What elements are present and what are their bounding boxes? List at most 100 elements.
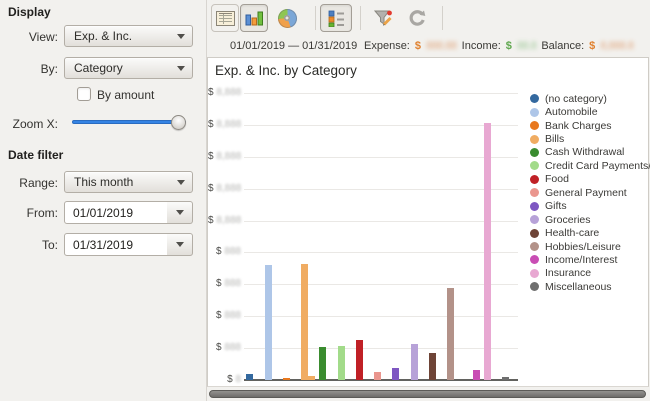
y-tick-label: $ 888 <box>208 278 241 289</box>
zoom-x-label: Zoom X: <box>0 117 58 131</box>
view-label: View: <box>0 30 58 44</box>
y-tick-label: $ 8,888 <box>208 87 241 98</box>
legend-item: Bank Charges <box>530 119 650 132</box>
y-gridline <box>244 284 518 285</box>
chevron-down-icon <box>177 66 185 71</box>
legend-label: Health-care <box>545 227 599 239</box>
y-gridline <box>244 189 518 190</box>
legend-color-dot <box>530 148 539 157</box>
y-tick-label: $ 8,888 <box>208 183 241 194</box>
legend-label: Credit Card Payments/… <box>545 160 650 172</box>
bar-expense-hobbies-leisure <box>447 288 454 380</box>
toolbar-separator <box>442 6 443 30</box>
to-date-dropdown-button[interactable] <box>167 233 193 256</box>
filter-edit-button[interactable] <box>370 4 398 32</box>
legend-label: Insurance <box>545 267 591 279</box>
legend-label: Cash Withdrawal <box>545 146 624 158</box>
bar-chart-view-button[interactable] <box>240 4 268 32</box>
legend-label: Hobbies/Leisure <box>545 241 621 253</box>
legend-label: (no category) <box>545 93 607 105</box>
list-view-button[interactable] <box>211 4 239 32</box>
bar-income-income-interest <box>473 370 480 380</box>
chevron-down-icon <box>176 242 184 247</box>
expense-currency-symbol: $ <box>415 40 421 52</box>
legend-item: Gifts <box>530 200 650 213</box>
by-label: By: <box>0 62 58 76</box>
income-currency-symbol: $ <box>506 40 512 52</box>
y-gridline <box>244 348 518 349</box>
expense-value-redacted: 888.88 <box>426 40 457 52</box>
legend-item: General Payment <box>530 186 650 199</box>
pie-chart-view-button[interactable] <box>273 4 301 32</box>
view-combobox[interactable]: Exp. & Inc. <box>64 25 193 47</box>
bar-expense-cash-withdrawal <box>319 347 326 380</box>
legend-item: Income/Interest <box>530 253 650 266</box>
legend-label: General Payment <box>545 187 627 199</box>
legend-toggle-button[interactable] <box>320 4 352 32</box>
bar-expense-health-care <box>429 353 436 380</box>
legend-item: Cash Withdrawal <box>530 146 650 159</box>
by-combobox[interactable]: Category <box>64 57 193 79</box>
y-gridline <box>244 157 518 158</box>
bar-chart-icon <box>245 10 264 27</box>
legend-color-dot <box>530 161 539 170</box>
bar-income-bills <box>308 376 315 380</box>
legend-label: Bank Charges <box>545 120 612 132</box>
legend-label: Food <box>545 173 569 185</box>
range-combobox[interactable]: This month <box>64 171 193 193</box>
to-label: To: <box>0 238 58 252</box>
legend-item: Groceries <box>530 213 650 226</box>
table-icon <box>216 11 235 26</box>
legend-label: Groceries <box>545 214 591 226</box>
options-sidebar: Display View: Exp. & Inc. By: Category B… <box>0 0 207 401</box>
legend-color-dot <box>530 188 539 197</box>
balance-value-redacted: 8,888.8 <box>600 40 633 52</box>
chart-legend: (no category)Automobile Bank ChargesBills… <box>530 92 650 294</box>
from-date-dropdown-button[interactable] <box>167 201 193 224</box>
horizontal-scrollbar <box>207 388 650 401</box>
zoom-x-slider-track[interactable] <box>72 120 186 124</box>
legend-color-dot <box>530 94 539 103</box>
statistics-window: Display View: Exp. & Inc. By: Category B… <box>0 0 650 401</box>
chart-date-range: 01/01/2019 — 01/31/2019 <box>230 40 357 52</box>
legend-item: Health-care <box>530 226 650 239</box>
bar-expense-gifts <box>392 368 399 380</box>
legend-item: Bills <box>530 132 650 145</box>
refresh-button[interactable] <box>403 4 431 32</box>
legend-item: Food <box>530 173 650 186</box>
totals-row: Expense: $ 888.88 Income: $ 88.8 Balance… <box>364 40 633 52</box>
from-date-input[interactable]: 01/01/2019 <box>64 201 168 224</box>
y-gridline <box>244 93 518 94</box>
to-date-input[interactable]: 01/31/2019 <box>64 233 168 256</box>
range-label: Range: <box>0 176 58 190</box>
legend-color-dot <box>530 108 539 117</box>
balance-currency-symbol: $ <box>589 40 595 52</box>
zoom-x-slider-handle[interactable] <box>171 115 186 130</box>
y-gridline <box>244 252 518 253</box>
y-tick-label: $ 8 <box>208 374 241 385</box>
toolbar-separator <box>315 6 316 30</box>
income-value-redacted: 88.8 <box>517 40 536 52</box>
date-filter-section-title: Date filter <box>8 148 63 162</box>
legend-color-dot <box>530 282 539 291</box>
by-amount-checkbox[interactable] <box>77 87 91 101</box>
y-gridline <box>244 221 518 222</box>
legend-color-dot <box>530 242 539 251</box>
bar-expense--no-category- <box>246 374 253 380</box>
filter-icon <box>373 9 395 28</box>
y-tick-label: $ 888 <box>208 246 241 257</box>
legend-item: Automobile <box>530 105 650 118</box>
y-tick-label: $ 8,888 <box>208 215 241 226</box>
from-label: From: <box>0 206 58 220</box>
from-date-value: 01/01/2019 <box>73 206 133 220</box>
toolbar-separator <box>360 6 361 30</box>
by-amount-label: By amount <box>97 88 154 102</box>
horizontal-scrollbar-handle[interactable] <box>209 390 646 398</box>
legend-item: Insurance <box>530 267 650 280</box>
legend-color-dot <box>530 175 539 184</box>
legend-item: (no category) <box>530 92 650 105</box>
legend-label: Income/Interest <box>545 254 617 266</box>
chart-main-area: 01/01/2019 — 01/31/2019 Expense: $ 888.8… <box>207 0 650 401</box>
chevron-down-icon <box>177 180 185 185</box>
y-tick-label: $ 8,888 <box>208 119 241 130</box>
